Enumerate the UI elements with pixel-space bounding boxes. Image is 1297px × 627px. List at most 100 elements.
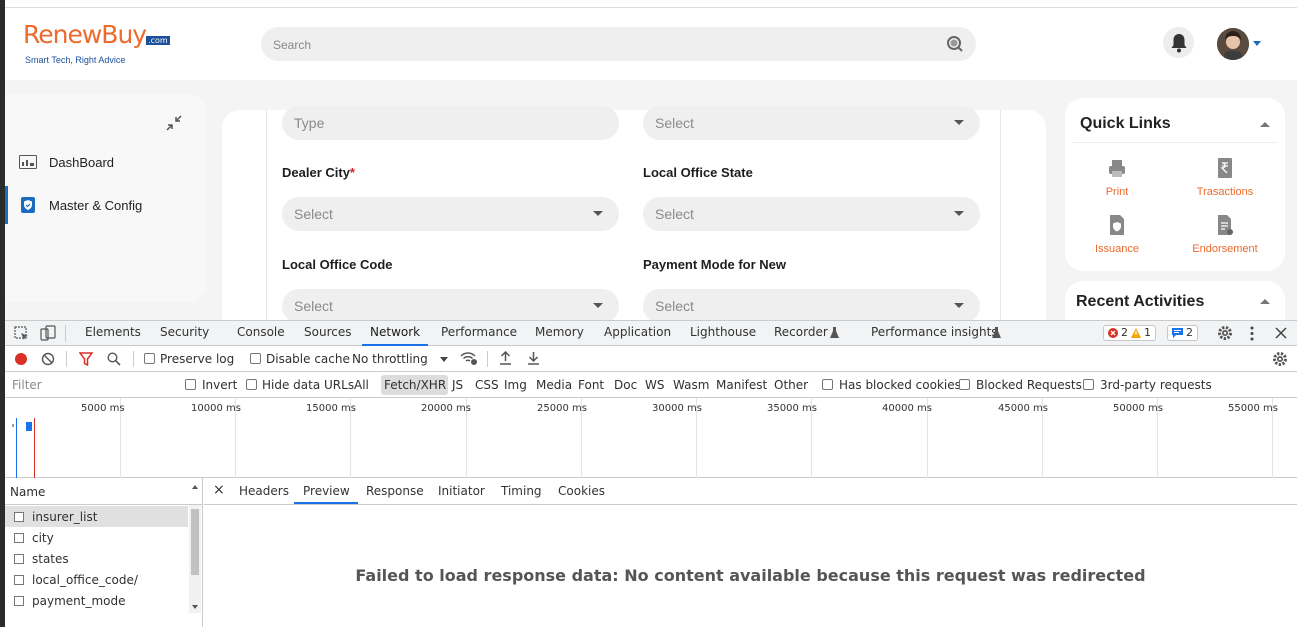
scrollbar-thumb[interactable] [191,509,199,575]
scroll-up-icon[interactable] [192,485,198,489]
tab-lighthouse[interactable]: Lighthouse [690,325,756,339]
message-icon [1172,328,1183,338]
export-har-icon[interactable] [527,351,540,366]
tab-sources[interactable]: Sources [304,325,351,339]
request-row-states[interactable]: states [5,548,188,569]
user-avatar[interactable] [1217,28,1249,60]
messages-badge[interactable]: 2 [1167,325,1198,341]
type-filter-other[interactable]: Other [774,378,808,392]
network-conditions-icon[interactable] [460,351,478,366]
quick-link-transactions[interactable]: Trasactions [1175,158,1275,198]
throttling-select[interactable]: No throttling [352,352,428,366]
tab-console[interactable]: Console [237,325,285,339]
renewbuy-logo[interactable]: RenewBuy .com Smart Tech, Right Advice [23,22,170,65]
preserve-log-checkbox[interactable] [144,353,155,364]
type-filter-manifest[interactable]: Manifest [716,378,767,392]
third-party-requests-checkbox[interactable] [1083,379,1094,390]
has-blocked-cookies-checkbox[interactable] [822,379,833,390]
close-icon[interactable] [1275,327,1287,339]
more-options-icon[interactable] [1249,326,1255,341]
collapse-icon[interactable] [165,114,183,132]
type-filter-fetch-xhr[interactable]: Fetch/XHR [384,378,446,392]
dashboard-icon [19,154,37,170]
type-filter-font[interactable]: Font [578,378,604,392]
search-icon[interactable] [107,352,121,366]
select-dropdown-top-right[interactable]: Select [643,106,980,140]
tab-initiator[interactable]: Initiator [438,484,485,498]
search-icon[interactable] [946,35,964,53]
tab-network[interactable]: Network [370,325,420,339]
tab-application[interactable]: Application [604,325,671,339]
type-filter-media[interactable]: Media [536,378,572,392]
request-row-payment-mode[interactable]: payment_mode [5,590,188,611]
tab-performance[interactable]: Performance [441,325,517,339]
local-office-state-label: Local Office State [643,165,753,180]
flask-icon [992,327,1001,338]
record-icon[interactable] [14,352,28,366]
chevron-down-icon[interactable] [440,357,448,362]
request-row-local-office-code[interactable]: local_office_code/ [5,569,188,590]
tab-cookies[interactable]: Cookies [558,484,605,498]
tab-headers[interactable]: Headers [239,484,289,498]
type-input[interactable]: Type [282,106,619,140]
quick-link-endorsement[interactable]: Endorsement [1175,215,1275,255]
notification-bell-button[interactable] [1163,27,1194,58]
bell-icon [1171,33,1186,52]
quick-link-issuance[interactable]: Issuance [1067,215,1167,255]
type-filter-doc[interactable]: Doc [614,378,637,392]
quick-link-print[interactable]: Print [1067,158,1167,198]
type-filter-img[interactable]: Img [504,378,527,392]
request-list-scrollbar[interactable] [189,505,201,613]
tab-memory[interactable]: Memory [535,325,584,339]
blocked-requests-checkbox[interactable] [959,379,970,390]
tab-recorder[interactable]: Recorder [774,325,828,339]
local-office-state-select[interactable]: Select [643,197,980,231]
collapse-caret-icon[interactable] [1260,299,1270,304]
search-bar[interactable]: Search [261,27,976,61]
disable-cache-checkbox[interactable] [250,353,261,364]
quick-link-label: Print [1105,186,1129,198]
edit-document-icon [1218,215,1233,235]
filter-icon[interactable] [79,352,93,366]
filter-input[interactable]: Filter [9,376,173,394]
type-filter-wasm[interactable]: Wasm [673,378,709,392]
gear-icon[interactable] [1217,325,1233,341]
tab-timing[interactable]: Timing [501,484,542,498]
tab-preview[interactable]: Preview [303,484,350,498]
tab-response[interactable]: Response [366,484,424,498]
tab-security[interactable]: Security [160,325,209,339]
tab-elements[interactable]: Elements [85,325,141,339]
local-office-code-select[interactable]: Select [282,289,619,320]
user-menu-caret-icon[interactable] [1253,41,1261,46]
clear-icon[interactable] [41,352,55,366]
sidebar-item-dashboard[interactable]: DashBoard [5,143,206,181]
invert-checkbox[interactable] [185,379,196,390]
gear-icon[interactable] [1272,351,1288,367]
window-edge [0,0,5,627]
has-blocked-cookies-label: Has blocked cookies [839,378,961,392]
name-column-header[interactable]: Name [5,478,203,505]
request-row-city[interactable]: city [5,527,188,548]
sidebar-item-master-config[interactable]: Master & Config [5,186,206,224]
type-filter-ws[interactable]: WS [645,378,664,392]
close-detail-button[interactable]: × [213,482,225,498]
hide-data-urls-checkbox[interactable] [246,379,257,390]
type-filter-all[interactable]: All [354,378,369,392]
tab-performance-insights[interactable]: Performance insights [871,325,998,339]
network-overview-timeline[interactable]: 5000 ms 10000 ms 15000 ms 20000 ms 25000… [5,398,1297,478]
label-text: Dealer City [282,165,350,180]
scroll-down-icon[interactable] [192,605,198,609]
type-filter-css[interactable]: CSS [475,378,499,392]
request-row-insurer-list[interactable]: insurer_list [5,506,188,527]
payment-mode-select[interactable]: Select [643,289,980,320]
device-toolbar-icon[interactable] [40,325,56,341]
import-har-icon[interactable] [499,351,512,366]
error-icon [1108,328,1118,338]
collapse-caret-icon[interactable] [1260,122,1270,127]
timeline-tick: 15000 ms [306,403,356,414]
dealer-city-select[interactable]: Select [282,197,619,231]
error-count: 2 [1121,326,1128,339]
inspect-element-icon[interactable] [14,326,29,341]
issues-badge[interactable]: 2 1 [1103,325,1156,341]
type-filter-js[interactable]: JS [452,378,463,392]
